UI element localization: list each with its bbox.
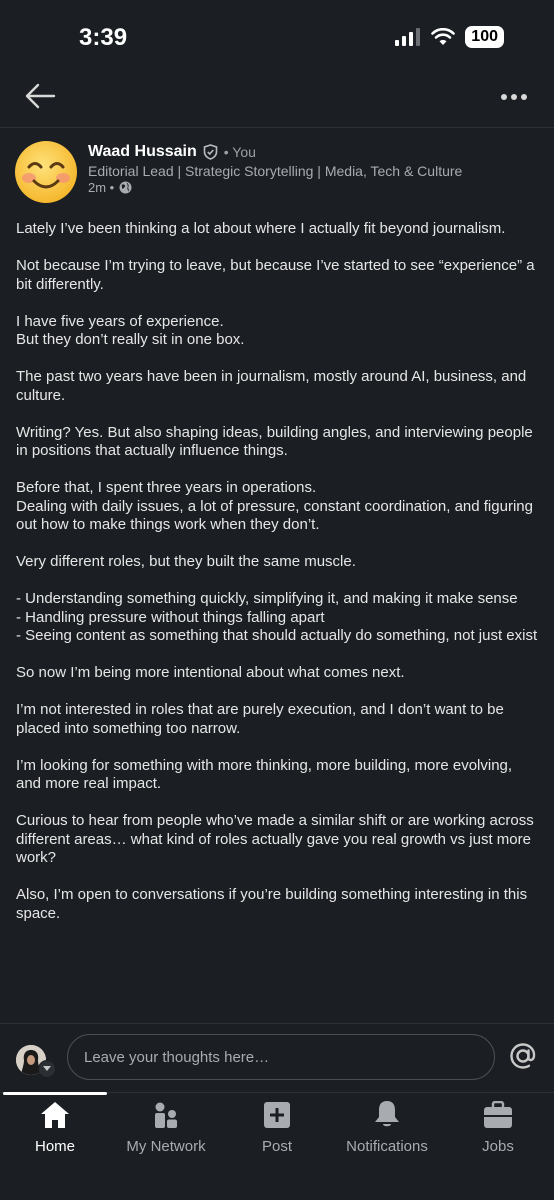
bell-icon (375, 1101, 399, 1127)
nav-label: My Network (126, 1138, 206, 1155)
post-paragraph: Not because I’m trying to leave, but bec… (16, 257, 535, 293)
verified-shield-icon (203, 144, 218, 160)
author-row: Waad Hussain • You (88, 143, 256, 161)
you-label: • You (223, 144, 256, 160)
divider (0, 127, 554, 128)
post-paragraph: Writing? Yes. But also shaping ideas, bu… (16, 423, 533, 460)
at-sign-icon (510, 1043, 536, 1069)
home-icon (41, 1102, 69, 1128)
post-body: Lately I’ve been thinking a lot about wh… (16, 220, 538, 942)
comment-field[interactable] (67, 1034, 495, 1080)
post-paragraph: I have five years of experience. But the… (16, 312, 245, 349)
bottom-nav: Home My Network Post Notifications Jobs (0, 1095, 554, 1165)
status-bar: 3:39 100 (0, 0, 554, 74)
divider (0, 1023, 554, 1024)
post-paragraph: Lately I’ve been thinking a lot about wh… (16, 220, 506, 237)
nav-label: Home (34, 1138, 75, 1155)
signal-icon (395, 28, 421, 46)
status-icons: 100 (395, 26, 504, 48)
top-bar (0, 74, 554, 122)
smiling-face-icon (15, 141, 77, 203)
nav-label: Jobs (482, 1138, 514, 1155)
post-meta: 2m • (88, 180, 132, 195)
post-paragraph: I’m not interested in roles that are pur… (16, 701, 504, 737)
post-paragraph: So now I’m being more intentional about … (16, 664, 405, 681)
wifi-icon (431, 28, 456, 45)
post-time: 2m • (88, 180, 115, 195)
mention-button[interactable] (508, 1041, 538, 1076)
avatar-switch-badge[interactable] (38, 1060, 56, 1078)
nav-label: Post (261, 1138, 292, 1155)
author-avatar[interactable] (14, 140, 78, 204)
nav-notifications[interactable]: Notifications (332, 1095, 442, 1155)
comment-bar (0, 1033, 554, 1085)
comment-input[interactable] (82, 1047, 480, 1067)
author-headline: Editorial Lead | Strategic Storytelling … (88, 163, 463, 179)
nav-jobs[interactable]: Jobs (443, 1095, 553, 1155)
nav-my-network[interactable]: My Network (111, 1095, 221, 1155)
arrow-left-icon (25, 83, 56, 109)
post-paragraph: The past two years have been in journali… (16, 368, 527, 404)
post-paragraph: Also, I’m open to conversations if you’r… (16, 886, 528, 922)
post-paragraph: Curious to hear from people who’ve made … (16, 812, 534, 866)
post-paragraph: I’m looking for something with more thin… (16, 756, 513, 793)
post-paragraph: Very different roles, but they built the… (16, 553, 356, 570)
nav-home[interactable]: Home (0, 1095, 110, 1155)
status-time: 3:39 (79, 24, 128, 51)
more-options-button[interactable] (500, 88, 528, 106)
nav-label: Notifications (346, 1138, 428, 1155)
nav-post[interactable]: Post (222, 1095, 332, 1155)
globe-icon (119, 181, 132, 194)
battery-icon: 100 (465, 26, 504, 48)
briefcase-icon (484, 1101, 512, 1128)
post-icon (264, 1102, 290, 1128)
network-icon (155, 1102, 177, 1128)
more-icon (501, 94, 527, 100)
post-paragraph: - Understanding something quickly, simpl… (16, 590, 538, 644)
author-name[interactable]: Waad Hussain (88, 143, 197, 161)
back-button[interactable] (24, 82, 56, 115)
post-paragraph: Before that, I spent three years in oper… (16, 479, 533, 533)
chevron-down-icon (43, 1066, 51, 1071)
